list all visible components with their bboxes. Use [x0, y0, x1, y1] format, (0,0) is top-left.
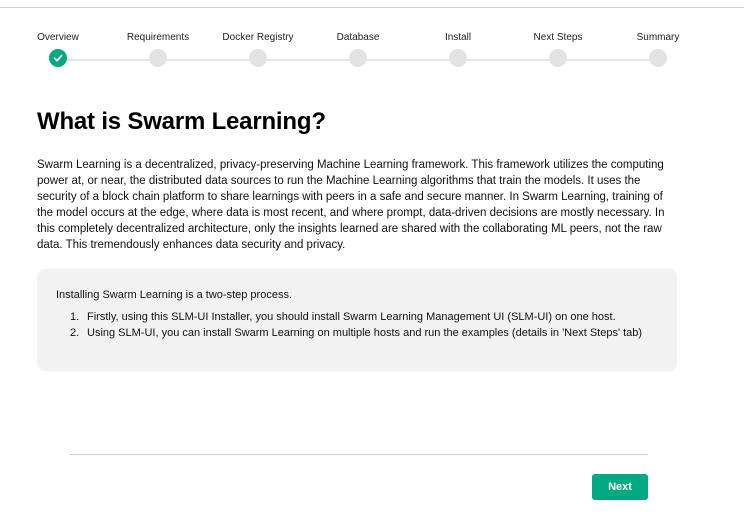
- step-label: Overview: [37, 32, 79, 43]
- wizard-stepper: Overview Requirements Docker Registry Da…: [0, 32, 744, 72]
- list-item-number: 2.: [70, 327, 80, 339]
- step-indicator: [349, 49, 367, 67]
- step-label: Next Steps: [533, 32, 583, 43]
- footer-divider: [70, 454, 648, 455]
- list-item-number: 1.: [70, 311, 80, 323]
- list-item-text: Firstly, using this SLM-UI Installer, yo…: [87, 311, 616, 323]
- step-database[interactable]: Database: [308, 32, 408, 67]
- step-indicator: [149, 49, 167, 67]
- step-label: Docker Registry: [222, 32, 294, 43]
- page-title: What is Swarm Learning?: [37, 108, 326, 135]
- description-paragraph: Swarm Learning is a decentralized, priva…: [37, 159, 665, 251]
- step-indicator-completed: [49, 49, 67, 67]
- next-button[interactable]: Next: [592, 474, 648, 500]
- step-indicator: [249, 49, 267, 67]
- step-label: Requirements: [126, 32, 190, 43]
- top-border: [0, 0, 744, 8]
- step-requirements[interactable]: Requirements: [108, 32, 208, 67]
- step-indicator: [649, 49, 667, 67]
- install-steps-list: 1. Firstly, using this SLM-UI Installer,…: [56, 310, 657, 341]
- list-item: 1. Firstly, using this SLM-UI Installer,…: [56, 310, 657, 325]
- step-indicator: [449, 49, 467, 67]
- step-indicator: [549, 49, 567, 67]
- list-item-text: Using SLM-UI, you can install Swarm Lear…: [87, 327, 643, 339]
- install-note-box: Installing Swarm Learning is a two-step …: [37, 269, 677, 371]
- note-intro: Installing Swarm Learning is a two-step …: [56, 289, 292, 301]
- step-label: Install: [444, 32, 472, 43]
- step-summary[interactable]: Summary: [608, 32, 708, 67]
- step-install[interactable]: Install: [408, 32, 508, 67]
- list-item: 2. Using SLM-UI, you can install Swarm L…: [56, 326, 657, 341]
- step-next-steps[interactable]: Next Steps: [508, 32, 608, 67]
- step-label: Summary: [636, 32, 680, 43]
- step-docker-registry[interactable]: Docker Registry: [208, 32, 308, 67]
- checkmark-icon: [53, 54, 63, 62]
- step-label: Database: [336, 32, 380, 43]
- step-overview[interactable]: Overview: [8, 32, 108, 67]
